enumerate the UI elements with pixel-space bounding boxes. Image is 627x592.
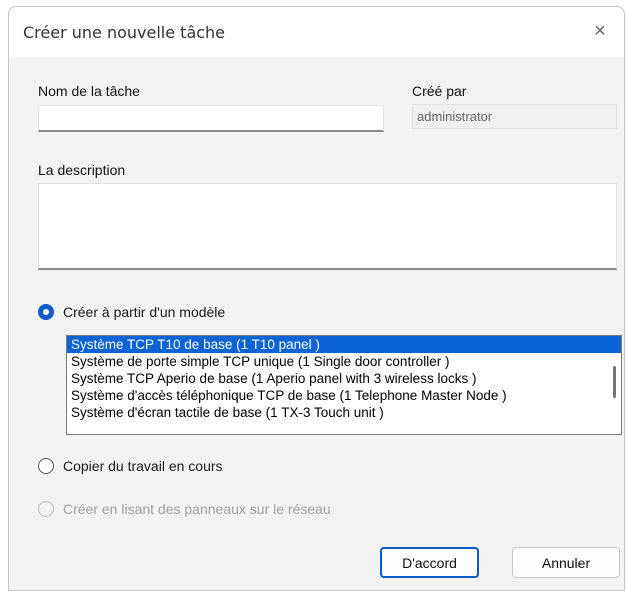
template-item[interactable]: Système d'écran tactile de base (1 TX-3 …	[67, 404, 621, 421]
description-label: La description	[38, 162, 126, 178]
created-by-label: Créé par	[412, 83, 467, 99]
template-item[interactable]: Système d'accès téléphonique TCP de base…	[67, 387, 621, 404]
create-task-dialog: Créer une nouvelle tâche × Nom de la tâc…	[8, 6, 625, 591]
from-template-radio[interactable]	[38, 304, 54, 320]
task-name-input[interactable]	[38, 105, 384, 132]
created-by-field: administrator	[412, 104, 617, 129]
template-item[interactable]: Système TCP T10 de base (1 T10 panel )	[67, 336, 621, 353]
scan-network-radio	[38, 501, 54, 517]
ok-button[interactable]: D'accord	[380, 547, 479, 578]
dialog-title: Créer une nouvelle tâche	[23, 23, 226, 42]
copy-current-radio[interactable]	[38, 458, 54, 474]
template-item[interactable]: Système de porte simple TCP unique (1 Si…	[67, 353, 621, 370]
template-listbox[interactable]: Système TCP T10 de base (1 T10 panel ) S…	[66, 335, 622, 435]
description-textarea[interactable]	[38, 183, 617, 270]
scan-network-label: Créer en lisant des panneaux sur le rése…	[63, 501, 331, 517]
copy-current-label: Copier du travail en cours	[63, 458, 223, 474]
scan-network-option: Créer en lisant des panneaux sur le rése…	[38, 501, 331, 517]
title-bar: Créer une nouvelle tâche ×	[9, 7, 624, 57]
from-template-label: Créer à partir d'un modèle	[63, 304, 226, 320]
cancel-button[interactable]: Annuler	[512, 547, 620, 578]
from-template-option[interactable]: Créer à partir d'un modèle	[38, 304, 225, 320]
listbox-scrollbar[interactable]	[613, 366, 616, 398]
task-name-label: Nom de la tâche	[38, 83, 140, 99]
copy-current-option[interactable]: Copier du travail en cours	[38, 458, 223, 474]
template-item[interactable]: Système TCP Aperio de base (1 Aperio pan…	[67, 370, 621, 387]
close-icon[interactable]: ×	[586, 17, 614, 45]
